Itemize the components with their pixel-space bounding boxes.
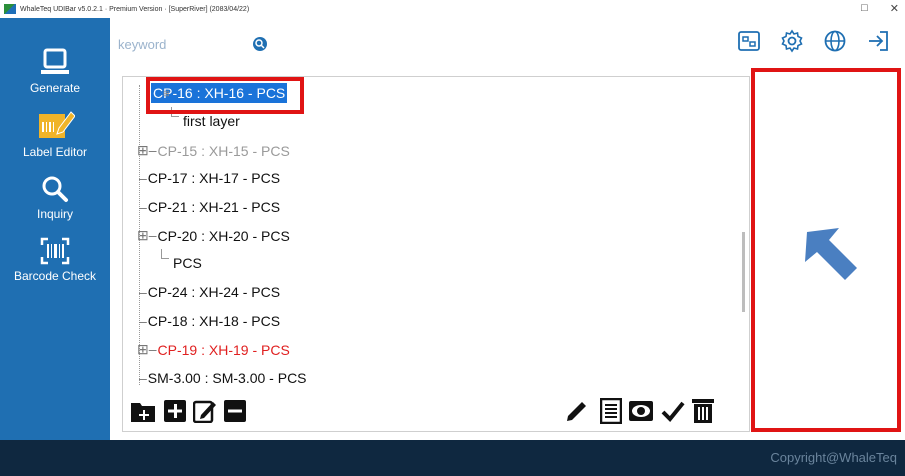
barcode-scan-icon — [40, 237, 70, 265]
restore-window-icon[interactable]: □ — [861, 2, 868, 15]
tree-branch: – — [139, 370, 147, 386]
footer: Copyright@WhaleTeq — [0, 440, 905, 476]
sidebar-item-barcode-check[interactable]: Barcode Check — [0, 236, 110, 283]
window-title: WhaleTeq UDIBar v5.0.2.1 · Premium Versi… — [20, 5, 250, 13]
eye-preview-icon[interactable] — [628, 398, 654, 424]
laptop-icon — [41, 48, 69, 74]
sidebar-item-generate[interactable]: Generate — [0, 46, 110, 95]
tree-node[interactable]: ⊞– CP-15 : XH-15 - PCS — [137, 142, 290, 159]
sidebar: Generate Label Editor Inquiry Barcode Ch… — [0, 18, 110, 440]
search-icon[interactable] — [253, 37, 267, 51]
annotation-arrow-icon — [805, 228, 857, 280]
logout-icon[interactable] — [865, 28, 891, 54]
sidebar-item-label: Inquiry — [36, 207, 74, 221]
tree-node[interactable]: – CP-24 : XH-24 - PCS — [139, 284, 280, 300]
tree-toolbar — [126, 394, 746, 430]
tree-panel: ⊞ CP-16 : XH-16 - PCS first layer ⊞– CP-… — [122, 76, 750, 432]
tree-branch: ⊞– — [137, 341, 157, 357]
tree-node[interactable]: – CP-18 : XH-18 - PCS — [139, 313, 280, 329]
tree-scrollbar[interactable] — [742, 232, 745, 312]
annotation-highlight-panel — [751, 68, 901, 432]
tree-node[interactable]: – CP-17 : XH-17 - PCS — [139, 170, 280, 186]
tree-branch: ⊞– — [137, 227, 157, 243]
tree-node-child[interactable]: first layer — [183, 113, 240, 129]
add-item-icon[interactable] — [162, 398, 188, 424]
tree-node[interactable]: ⊞– CP-20 : XH-20 - PCS — [137, 227, 290, 244]
title-bar: WhaleTeq UDIBar v5.0.2.1 · Premium Versi… — [0, 0, 905, 18]
magnifier-icon — [42, 176, 68, 202]
tree-node-child[interactable]: PCS — [173, 255, 202, 271]
top-toolbar — [736, 28, 891, 54]
trash-icon[interactable] — [690, 398, 716, 424]
label-template-icon[interactable] — [736, 28, 762, 54]
pencil-icon[interactable] — [564, 398, 590, 424]
tree-connector — [161, 249, 169, 259]
add-folder-icon[interactable] — [130, 398, 156, 424]
tree-branch: ⊞– — [137, 142, 157, 158]
tree-branch: – — [139, 284, 147, 300]
remove-item-icon[interactable] — [222, 398, 248, 424]
sidebar-item-label: Label Editor — [22, 145, 88, 159]
tree-branch: – — [139, 170, 147, 186]
close-window-icon[interactable]: ✕ — [890, 2, 899, 15]
tree-node[interactable]: – CP-21 : XH-21 - PCS — [139, 199, 280, 215]
sidebar-item-label: Barcode Check — [13, 269, 97, 283]
checkmark-icon[interactable] — [660, 398, 686, 424]
label-edit-icon — [39, 111, 75, 138]
sidebar-item-label: Generate — [29, 81, 81, 95]
tree-branch: – — [139, 313, 147, 329]
tree-node[interactable]: ⊞– CP-19 : XH-19 - PCS — [137, 341, 290, 358]
copyright-text: Copyright@WhaleTeq — [770, 450, 897, 465]
edit-item-icon[interactable] — [192, 398, 218, 424]
globe-language-icon[interactable] — [822, 28, 848, 54]
annotation-highlight-box — [146, 77, 304, 114]
tree-branch: – — [139, 199, 147, 215]
search-input[interactable] — [118, 35, 248, 53]
tree-node[interactable]: – SM-3.00 : SM-3.00 - PCS — [139, 370, 307, 386]
sidebar-item-inquiry[interactable]: Inquiry — [0, 174, 110, 221]
sidebar-item-label-editor[interactable]: Label Editor — [0, 108, 110, 159]
window-controls: □ ✕ — [861, 2, 899, 15]
list-document-icon[interactable] — [598, 398, 624, 424]
search-bar — [116, 32, 276, 56]
app-logo-icon — [4, 4, 16, 14]
settings-gear-icon[interactable] — [779, 28, 805, 54]
